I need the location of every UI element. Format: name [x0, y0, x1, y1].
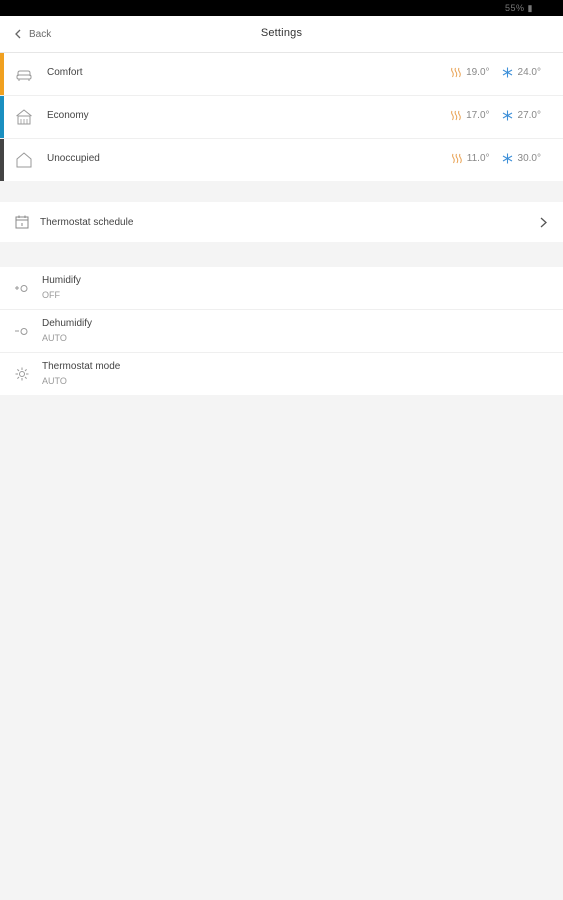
- heat-icon: [451, 110, 461, 121]
- dehumidify-icon: [15, 328, 28, 335]
- preset-temperatures: 11.0° 30.0°: [451, 153, 541, 164]
- mode-value: OFF: [42, 290, 60, 300]
- mode-label: Humidify: [42, 275, 81, 286]
- snowflake-icon: [502, 110, 512, 121]
- thermostat-mode-row[interactable]: Thermostat mode AUTO: [0, 353, 563, 395]
- status-bar: 55% ▮: [0, 0, 563, 16]
- thermostat-mode-icon: [15, 367, 29, 381]
- preset-label: Unoccupied: [47, 153, 100, 164]
- heat-setpoint: 19.0°: [450, 67, 490, 78]
- preset-accent: [0, 53, 4, 95]
- cool-value: 27.0°: [517, 110, 541, 121]
- preset-label: Comfort: [47, 67, 83, 78]
- dehumidify-row[interactable]: Dehumidify AUTO: [0, 310, 563, 353]
- preset-row-economy[interactable]: Economy 17.0° 27.0°: [0, 96, 563, 139]
- house-icon: [16, 152, 32, 168]
- mode-value: AUTO: [42, 333, 67, 343]
- heat-setpoint: 17.0°: [450, 110, 490, 121]
- snowflake-icon: [502, 153, 512, 164]
- page-title: Settings: [260, 27, 303, 39]
- preset-list: Comfort 19.0° 24.0° Economy 17.0° 27.0° …: [0, 53, 563, 181]
- snowflake-icon: [502, 67, 512, 78]
- mode-value: AUTO: [42, 376, 67, 386]
- preset-accent: [0, 96, 4, 138]
- heat-icon: [451, 67, 461, 78]
- mode-label: Thermostat mode: [42, 361, 121, 372]
- mode-label: Dehumidify: [42, 318, 93, 329]
- cool-setpoint: 24.0°: [502, 67, 541, 78]
- chevron-right-icon: [540, 217, 547, 228]
- thermostat-schedule-row[interactable]: Thermostat schedule: [0, 202, 563, 242]
- cool-setpoint: 27.0°: [502, 110, 541, 121]
- preset-row-unoccupied[interactable]: Unoccupied 11.0° 30.0°: [0, 139, 563, 181]
- cool-value: 30.0°: [517, 153, 541, 164]
- cool-value: 24.0°: [517, 67, 541, 78]
- humidify-row[interactable]: Humidify OFF: [0, 267, 563, 310]
- preset-label: Economy: [47, 110, 89, 121]
- heat-value: 11.0°: [466, 153, 490, 164]
- schedule-label: Thermostat schedule: [40, 217, 134, 228]
- preset-row-comfort[interactable]: Comfort 19.0° 24.0°: [0, 53, 563, 96]
- preset-accent: [0, 139, 4, 181]
- preset-temperatures: 17.0° 27.0°: [450, 110, 541, 121]
- cool-setpoint: 30.0°: [502, 153, 541, 164]
- preset-temperatures: 19.0° 24.0°: [450, 67, 541, 78]
- heat-value: 17.0°: [466, 110, 490, 121]
- calendar-icon: [15, 215, 29, 229]
- heat-value: 19.0°: [466, 67, 490, 78]
- humidify-icon: [15, 285, 28, 292]
- heat-icon: [451, 153, 462, 164]
- battery-status: 55% ▮: [505, 3, 533, 13]
- building-icon: [16, 109, 32, 125]
- sofa-icon: [16, 70, 32, 81]
- nav-bar: Back Settings: [0, 16, 563, 53]
- mode-list: Humidify OFF Dehumidify AUTO Thermostat …: [0, 267, 563, 395]
- heat-setpoint: 11.0°: [451, 153, 490, 164]
